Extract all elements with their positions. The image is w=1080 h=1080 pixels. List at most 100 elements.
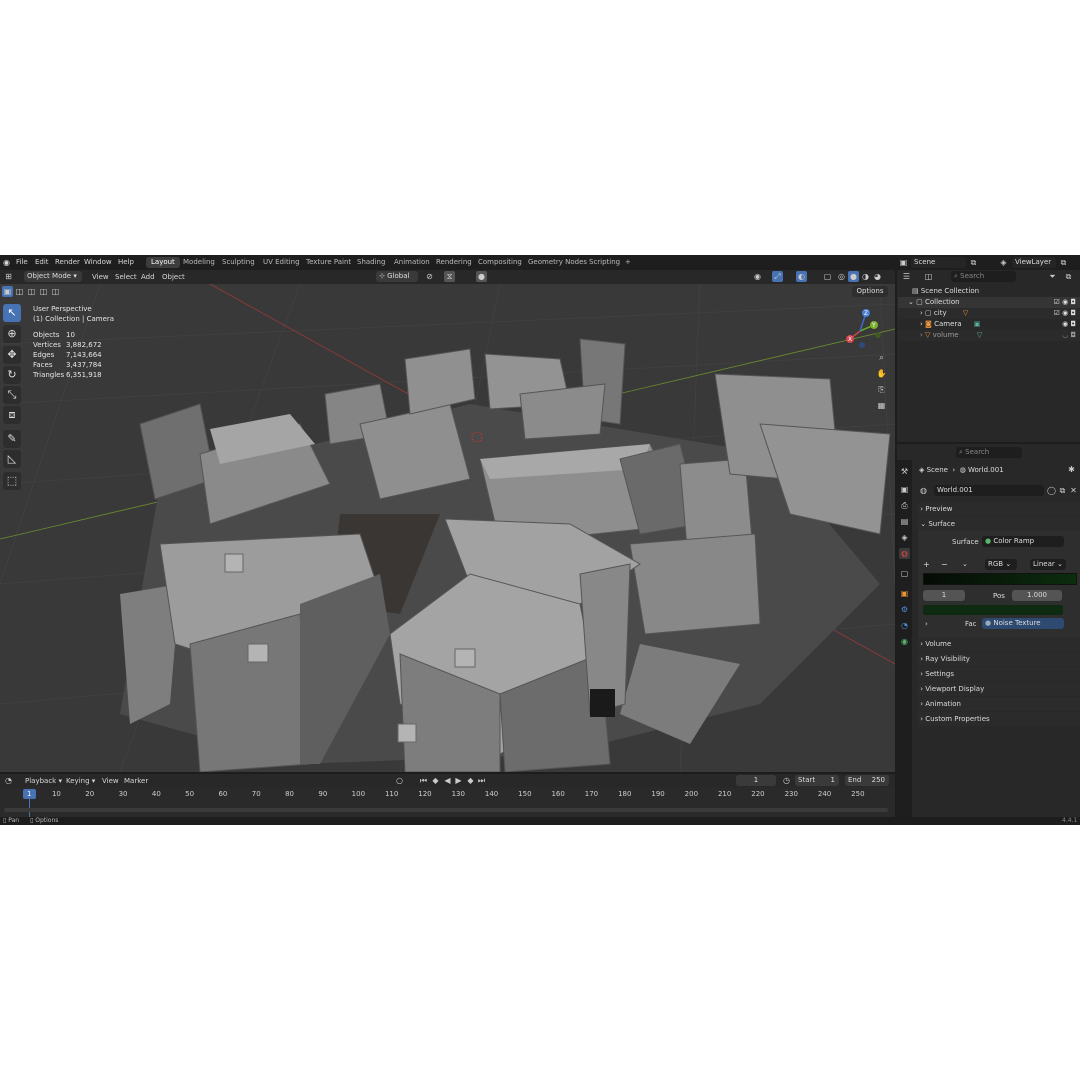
menu-keying[interactable]: Keying ▾	[66, 777, 95, 785]
add-stop-button[interactable]: +	[923, 560, 930, 569]
move-tool-icon[interactable]: ✥	[3, 346, 21, 364]
outliner-item-city[interactable]: › ▢ city ▽ ☑ ◉ ◘	[898, 308, 1080, 319]
jump-start-icon[interactable]: ⏮	[418, 775, 429, 786]
add-cube-tool-icon[interactable]: ⬚	[3, 472, 21, 490]
play-icon[interactable]: ▶	[453, 775, 464, 786]
select-mode-extend-icon[interactable]: ◫	[26, 286, 37, 297]
outliner-item-collection[interactable]: ⌄ ▢ Collection ☑ ◉ ◘	[898, 297, 1080, 308]
cursor-tool-icon[interactable]: ⊕	[3, 325, 21, 343]
play-reverse-icon[interactable]: ◀	[442, 775, 453, 786]
menu-playback[interactable]: Playback ▾	[25, 777, 62, 785]
section-custom-properties[interactable]: › Custom Properties	[918, 712, 1080, 726]
scene-selector[interactable]: Scene	[911, 257, 966, 268]
menu-timeline-view[interactable]: View	[102, 777, 119, 785]
tab-animation[interactable]: Animation	[389, 257, 435, 268]
unlink-world-icon[interactable]: ✕	[1068, 485, 1079, 496]
transform-tool-icon[interactable]: ⧈	[3, 406, 21, 424]
new-collection-icon[interactable]: ⧉	[1063, 271, 1074, 282]
expand-arrow-icon[interactable]: ›	[920, 309, 923, 317]
ortho-grid-icon[interactable]: ▦	[876, 400, 887, 411]
section-ray-visibility[interactable]: › Ray Visibility	[918, 652, 1080, 666]
expand-arrow-icon[interactable]: ›	[920, 331, 923, 339]
outliner-editor-icon[interactable]: ☰	[901, 271, 912, 282]
menu-view[interactable]: View	[92, 273, 109, 281]
record-icon[interactable]: ○	[394, 775, 405, 786]
pos-field[interactable]: 1.000	[1012, 590, 1062, 601]
wireframe-shading-icon[interactable]: ◎	[836, 271, 847, 282]
select-mode-subtract-icon[interactable]: ◫	[38, 286, 49, 297]
world-name-field[interactable]: World.001	[934, 485, 1044, 496]
rendered-shading-icon[interactable]: ◕	[872, 271, 883, 282]
section-volume[interactable]: › Volume	[918, 637, 1080, 651]
object-mode-dropdown[interactable]: Object Mode ▾	[24, 271, 82, 282]
next-keyframe-icon[interactable]: ◆	[465, 775, 476, 786]
editor-type-icon[interactable]: ⊞	[3, 271, 14, 282]
timeline-scrollbar[interactable]	[4, 808, 888, 812]
select-mode-new-icon[interactable]: ◫	[14, 286, 25, 297]
orientation-dropdown[interactable]: ⊹ Global	[376, 271, 418, 282]
gizmo-toggle-icon[interactable]: ⤢	[772, 271, 783, 282]
tab-rendering[interactable]: Rendering	[431, 257, 477, 268]
scene-tab-icon[interactable]: ◈	[899, 532, 910, 543]
modifier-tab-icon[interactable]: ⚙	[899, 604, 910, 615]
jump-end-icon[interactable]: ⏭	[476, 775, 487, 786]
menu-object[interactable]: Object	[162, 273, 185, 281]
stop-color-swatch[interactable]	[923, 605, 1063, 615]
output-tab-icon[interactable]: ⎙	[899, 500, 910, 511]
select-tool-icon[interactable]: ↖	[3, 304, 21, 322]
select-box-icon[interactable]: ▣	[2, 286, 13, 297]
object-tab-icon[interactable]: ▣	[899, 588, 910, 599]
menu-help[interactable]: Help	[118, 258, 134, 266]
menu-select[interactable]: Select	[115, 273, 137, 281]
render-tab-icon[interactable]: ▣	[899, 484, 910, 495]
section-animation[interactable]: › Animation	[918, 697, 1080, 711]
color-ramp-bar[interactable]	[923, 573, 1077, 585]
object-data-tab-icon[interactable]: ◉	[899, 636, 910, 647]
rotate-tool-icon[interactable]: ↻	[3, 366, 21, 384]
pan-hand-icon[interactable]: ✋	[876, 368, 887, 379]
expand-arrow-icon[interactable]: ›	[920, 320, 923, 328]
color-mode-dropdown[interactable]: RGB ⌄	[985, 559, 1017, 570]
options-dropdown[interactable]: Options	[852, 286, 888, 297]
start-frame-field[interactable]: Start 1	[795, 775, 839, 786]
viewport-3d[interactable]: ▣ ◫ ◫ ◫ ◫ ↖ ⊕ ✥ ↻ ⤡ ⧈ ✎ ◺ ⬚ User Perspec…	[0, 284, 895, 772]
camera-toggles[interactable]: ◉ ◘	[1062, 319, 1076, 330]
interpolation-dropdown[interactable]: Linear ⌄	[1030, 559, 1066, 570]
overlay-toggle-icon[interactable]: ◐	[796, 271, 807, 282]
tab-geometry-nodes[interactable]: Geometry Nodes	[523, 257, 592, 268]
collection-toggles[interactable]: ☑ ◉ ◘	[1054, 297, 1076, 308]
pivot-icon[interactable]: ⊘	[424, 271, 435, 282]
camera-view-icon[interactable]: ⎘	[876, 384, 887, 395]
scene-collection-row[interactable]: ▤ Scene Collection	[898, 286, 1080, 297]
fake-user-icon[interactable]: ◯	[1046, 485, 1057, 496]
tool-tab-icon[interactable]: ⚒	[899, 466, 910, 477]
solid-shading-icon[interactable]: ●	[848, 271, 859, 282]
properties-search-input[interactable]: ⌕ Search	[956, 447, 1022, 458]
view-layer-tab-icon[interactable]: ▤	[899, 516, 910, 527]
world-tab-icon[interactable]: ◍	[899, 548, 910, 559]
tab-shading[interactable]: Shading	[352, 257, 390, 268]
material-shading-icon[interactable]: ◑	[860, 271, 871, 282]
city-toggles[interactable]: ☑ ◉ ◘	[1054, 308, 1076, 319]
annotate-tool-icon[interactable]: ✎	[3, 430, 21, 448]
current-frame-field[interactable]: 1	[736, 775, 776, 786]
view-layer-selector[interactable]: ViewLayer	[1012, 257, 1056, 268]
fac-expand-icon[interactable]: ›	[925, 620, 928, 628]
snap-icon[interactable]: ⧖	[444, 271, 455, 282]
navigation-gizmo[interactable]	[838, 305, 886, 353]
display-mode-icon[interactable]: ◫	[923, 271, 934, 282]
tab-modeling[interactable]: Modeling	[178, 257, 220, 268]
end-frame-field[interactable]: End 250	[845, 775, 889, 786]
scale-tool-icon[interactable]: ⤡	[3, 386, 21, 404]
expand-arrow-icon[interactable]: ⌄	[908, 298, 914, 306]
tab-uv-editing[interactable]: UV Editing	[258, 257, 305, 268]
outliner-search-input[interactable]: ⌕ Search	[951, 271, 1016, 282]
stopwatch-icon[interactable]: ◷	[781, 775, 792, 786]
select-mode-intersect-icon[interactable]: ◫	[50, 286, 61, 297]
tab-texture-paint[interactable]: Texture Paint	[301, 257, 356, 268]
menu-render[interactable]: Render	[55, 258, 80, 266]
new-view-layer-icon[interactable]: ⧉	[1058, 257, 1069, 268]
measure-tool-icon[interactable]: ◺	[3, 450, 21, 468]
tab-sculpting[interactable]: Sculpting	[217, 257, 260, 268]
menu-add[interactable]: Add	[141, 273, 155, 281]
